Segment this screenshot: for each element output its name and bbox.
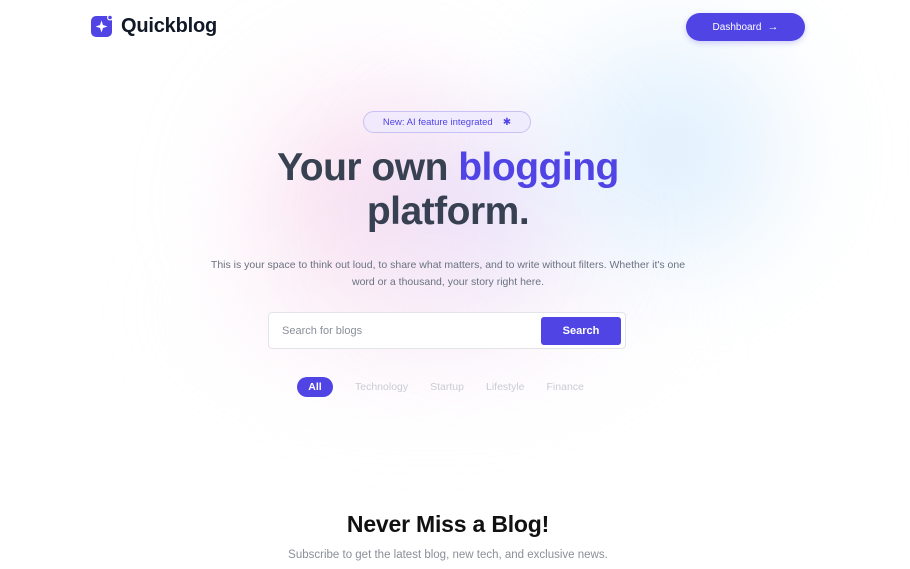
- page: Quickblog Dashboard → New: AI feature in…: [0, 0, 910, 569]
- newsletter-subtitle: Subscribe to get the latest blog, new te…: [288, 549, 608, 561]
- sparkle-square-icon: [91, 14, 113, 37]
- category-filter-tabs: All Technology Startup Lifestyle Finance: [297, 377, 606, 397]
- ai-feature-badge: New: AI feature integrated ✱: [363, 111, 531, 133]
- search-form: Search: [268, 312, 626, 349]
- tab-startup[interactable]: Startup: [430, 381, 464, 393]
- hero-title-part2: platform.: [366, 190, 530, 233]
- newsletter-title: Never Miss a Blog!: [346, 511, 550, 537]
- brand-logo[interactable]: Quickblog: [90, 14, 217, 38]
- tab-technology[interactable]: Technology: [355, 381, 408, 393]
- badge-text: New: AI feature integrated: [382, 116, 493, 128]
- search-input[interactable]: [280, 323, 534, 338]
- search-button[interactable]: Search: [541, 316, 621, 345]
- brand-name: Quickblog: [121, 14, 217, 37]
- hero-title-accent: blogging: [458, 146, 619, 189]
- sparkle-icon: ✱: [502, 116, 512, 128]
- dashboard-button-label: Dashboard: [712, 21, 762, 33]
- tab-lifestyle[interactable]: Lifestyle: [486, 381, 525, 393]
- hero-title-part1: Your own: [277, 146, 459, 189]
- tab-finance[interactable]: Finance: [547, 381, 584, 393]
- hero-title: Your own blogging platform.: [0, 146, 896, 234]
- arrow-right-icon: →: [767, 21, 779, 33]
- dashboard-button[interactable]: Dashboard →: [686, 13, 805, 41]
- hero-description: This is your space to think out loud, to…: [210, 259, 686, 288]
- tab-all[interactable]: All: [297, 377, 333, 397]
